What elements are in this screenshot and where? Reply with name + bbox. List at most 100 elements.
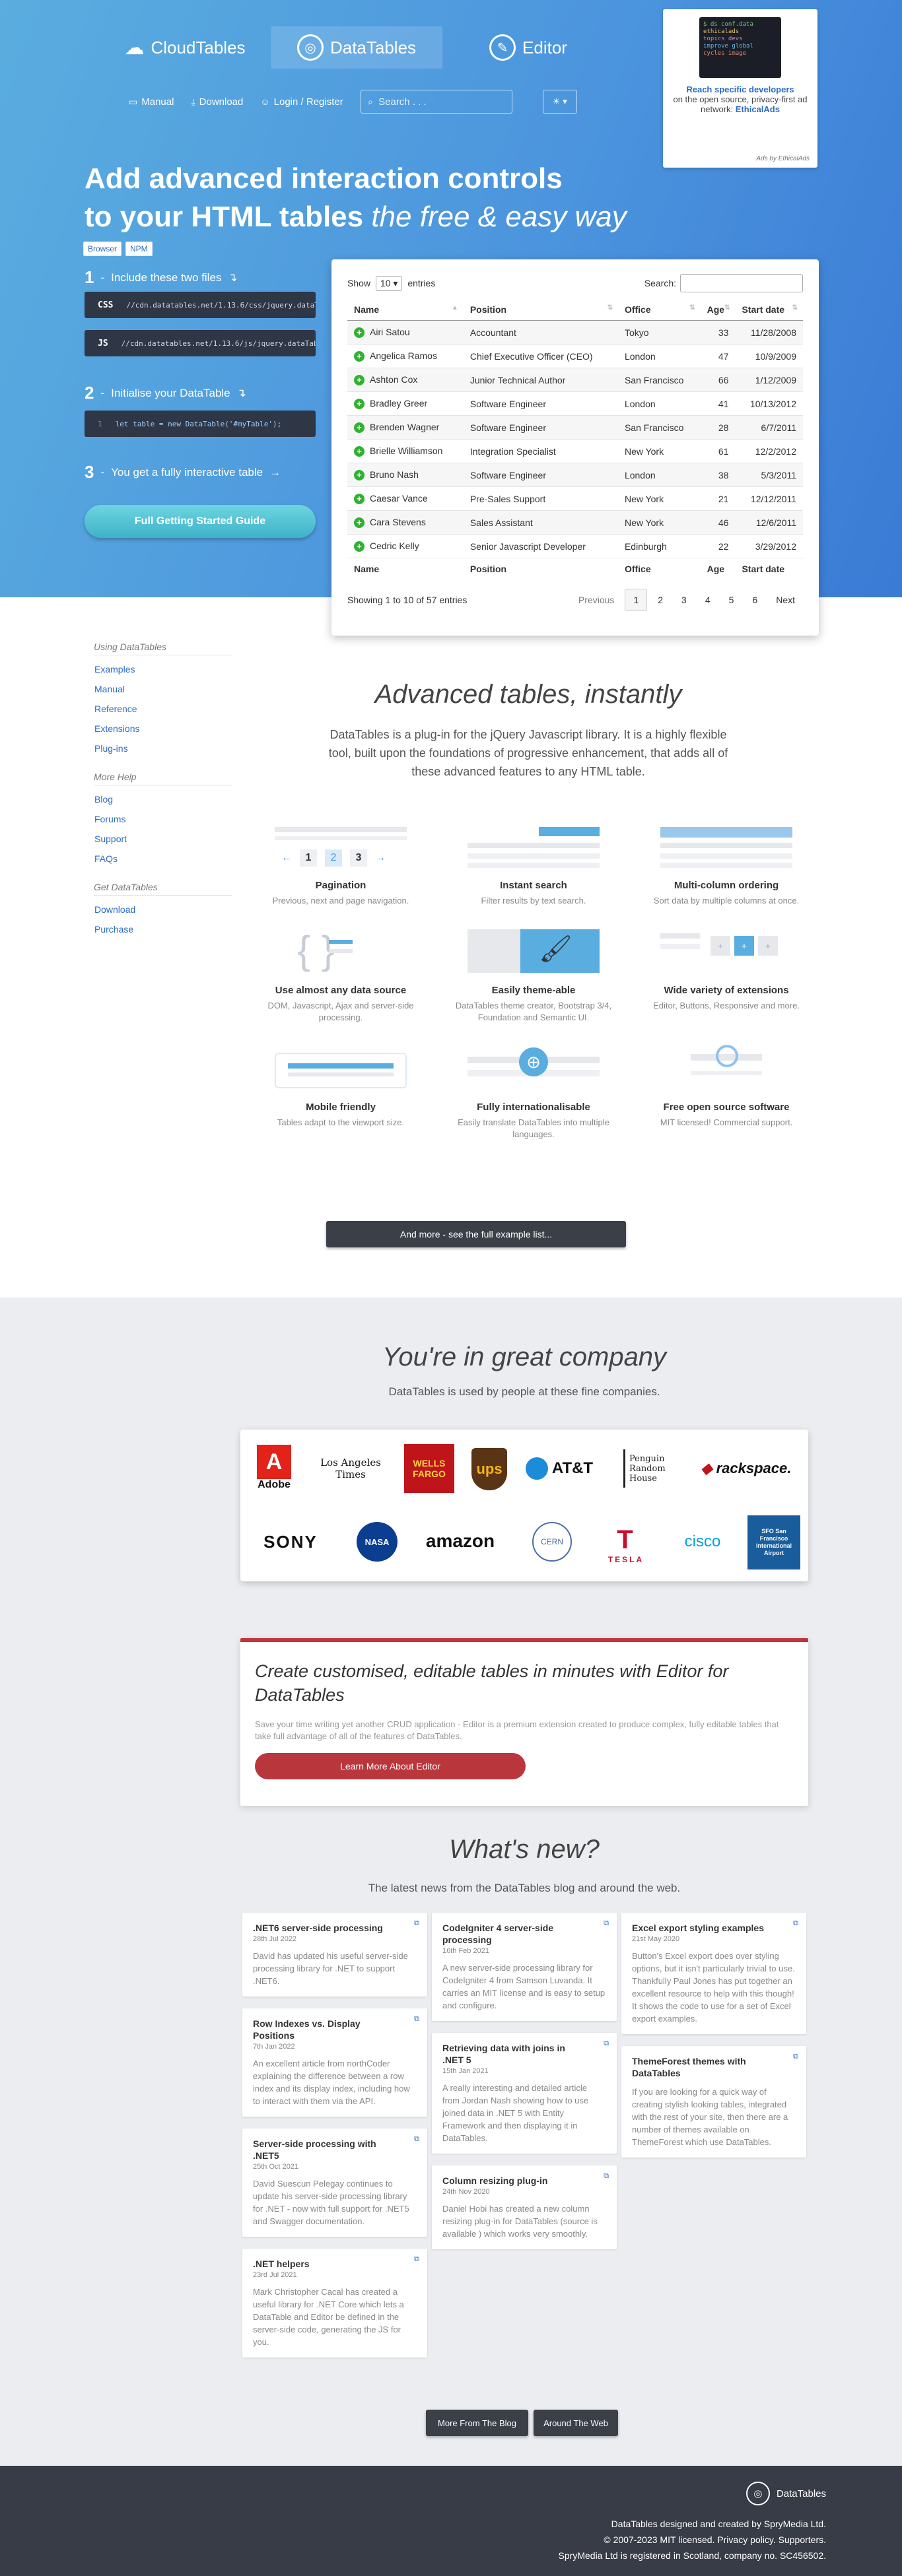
col-name[interactable]: Name ▲ [347, 299, 464, 321]
table-search-input[interactable] [680, 274, 803, 292]
table-row[interactable]: + Bradley Greer Software Engineer London 41 1… [347, 391, 803, 416]
news-item[interactable]: ⧉ Server-side processing with .NET5 25th O… [242, 2129, 427, 2237]
table-row[interactable]: + Cedric Kelly Senior Javascript Developer… [347, 534, 803, 558]
data-source-illustration: { } [268, 927, 413, 977]
expand-row-icon[interactable]: + [354, 422, 364, 433]
table-row[interactable]: + Ashton Cox Junior Technical Author San Fr… [347, 368, 803, 392]
expand-row-icon[interactable]: + [354, 541, 364, 552]
more-blog-button[interactable]: More From The Blog [426, 2410, 528, 2436]
previous-button[interactable]: Previous [571, 589, 622, 611]
around-web-button[interactable]: Around The Web [534, 2410, 618, 2436]
tab-npm[interactable]: NPM [125, 242, 153, 256]
sidebar-item-manual[interactable]: Manual [94, 679, 232, 699]
nav-manual[interactable]: ▭ Manual [129, 96, 174, 108]
cell-name: + Cara Stevens [347, 510, 464, 535]
init-code-line: let table = new DataTable('#myTable'); [115, 419, 282, 428]
news-item[interactable]: ⧉ Column resizing plug-in 24th Nov 2020 Dan… [432, 2165, 617, 2249]
nav-editor[interactable]: ✎ Editor [442, 26, 614, 69]
sidebar-item-purchase[interactable]: Purchase [94, 919, 232, 939]
news-item-title[interactable]: ThemeForest themes with DataTables [632, 2055, 777, 2079]
news-item-title[interactable]: Column resizing plug-in [442, 2175, 588, 2187]
ad-title[interactable]: Reach specific developers [671, 84, 810, 94]
sidebar-item-download[interactable]: Download [94, 900, 232, 919]
header-row: Name ▲ Position ⇅ Office ⇅ Age ⇅ Start date ⇅ [347, 299, 803, 321]
sidebar-item-support[interactable]: Support [94, 829, 232, 849]
col-position[interactable]: Position ⇅ [463, 299, 618, 321]
sidebar-item-faqs[interactable]: FAQs [94, 849, 232, 869]
news-item-title[interactable]: Row Indexes vs. Display Positions [253, 2018, 398, 2041]
expand-row-icon[interactable]: + [354, 517, 364, 528]
sidebar-item-forums[interactable]: Forums [94, 809, 232, 829]
table-row[interactable]: + Cara Stevens Sales Assistant New York 46 12… [347, 510, 803, 535]
page-1-button[interactable]: 1 [625, 589, 648, 611]
nav-cloudtables[interactable]: ☁ CloudTables [99, 26, 271, 69]
sidebar-item-plugins[interactable]: Plug-ins [94, 739, 232, 758]
news-item[interactable]: ⧉ CodeIgniter 4 server-side processing 16t… [432, 1913, 617, 2021]
footer-credit[interactable]: DataTables designed and created by SpryM… [0, 2516, 826, 2532]
theme-toggle-button[interactable]: ☀ ▾ [542, 90, 577, 114]
penguin-logo: Penguin Random House [623, 1449, 679, 1488]
sidebar-item-extensions[interactable]: Extensions [94, 719, 232, 739]
page-6-button[interactable]: 6 [744, 589, 765, 611]
nav-download[interactable]: ⤓ Download [191, 96, 243, 108]
table-row[interactable]: + Airi Satou Accountant Tokyo 33 11/28/2008 [347, 320, 803, 345]
full-example-list-button[interactable]: And more - see the full example list... [326, 1221, 626, 1247]
cell-name: + Bruno Nash [347, 463, 464, 487]
ad-link[interactable]: EthicalAds [736, 104, 780, 114]
page-5-button[interactable]: 5 [721, 589, 742, 611]
news-item[interactable]: ⧉ .NET helpers 23rd Jul 2021 Mark Christoph… [242, 2249, 427, 2358]
cell-name: + Angelica Ramos [347, 344, 464, 368]
js-include-code[interactable]: JS //cdn.datatables.net/1.13.6/js/jquery… [85, 330, 316, 356]
col-office[interactable]: Office ⇅ [617, 299, 701, 321]
page-3-button[interactable]: 3 [674, 589, 695, 611]
sidebar-item-blog[interactable]: Blog [94, 789, 232, 809]
table-row[interactable]: + Brielle Williamson Integration Specialis… [347, 439, 803, 463]
expand-row-icon[interactable]: + [354, 327, 364, 338]
getting-started-button[interactable]: Full Getting Started Guide [85, 505, 316, 538]
table-row[interactable]: + Caesar Vance Pre-Sales Support New York 21… [347, 486, 803, 511]
news-item-title[interactable]: Excel export styling examples [632, 1922, 777, 1934]
news-item-title[interactable]: .NET helpers [253, 2258, 398, 2270]
ethical-ad[interactable]: $ ds conf.data ethicalads topics devs im… [663, 9, 817, 168]
nav-login[interactable]: ☺ Login / Register [260, 96, 343, 108]
next-button[interactable]: Next [768, 589, 803, 611]
news-item-title[interactable]: CodeIgniter 4 server-side processing [442, 1922, 588, 1946]
search-input[interactable]: ⌕ Search . . . [360, 90, 512, 114]
expand-row-icon[interactable]: + [354, 494, 364, 504]
news-item[interactable]: ⧉ Row Indexes vs. Display Positions 7th Ja… [242, 2008, 427, 2117]
table-row[interactable]: + Brenden Wagner Software Engineer San Fran… [347, 415, 803, 440]
footer-brand[interactable]: ◎ DataTables [0, 2482, 826, 2505]
cell-name: + Ashton Cox [347, 368, 464, 392]
company-subtitle: DataTables is used by people at these fi… [388, 1385, 660, 1398]
page-4-button[interactable]: 4 [697, 589, 718, 611]
ad-footer[interactable]: Ads by EthicalAds [756, 155, 810, 162]
news-item[interactable]: ⧉ .NET6 server-side processing 28th Jul 20… [242, 1913, 427, 1997]
css-include-code[interactable]: CSS //cdn.datatables.net/1.13.6/css/jque… [85, 292, 316, 318]
table-row[interactable]: + Angelica Ramos Chief Executive Officer (… [347, 344, 803, 368]
news-item-title[interactable]: Retrieving data with joins in .NET 5 [442, 2042, 588, 2066]
entries-select[interactable]: 10 ▾ [375, 275, 403, 291]
expand-row-icon[interactable]: + [354, 399, 364, 409]
news-item[interactable]: ⧉ Excel export styling examples 21st May 2… [621, 1913, 806, 2034]
att-logo: AT&T [523, 1455, 596, 1482]
col-start-date[interactable]: Start date ⇅ [735, 299, 803, 321]
cell-office: London [617, 391, 701, 416]
expand-row-icon[interactable]: + [354, 446, 364, 457]
sidebar-item-reference[interactable]: Reference [94, 699, 232, 719]
learn-editor-button[interactable]: Learn More About Editor [255, 1753, 526, 1779]
expand-row-icon[interactable]: + [354, 375, 364, 385]
news-item[interactable]: ⧉ ThemeForest themes with DataTables If yo… [621, 2046, 806, 2158]
tab-browser[interactable]: Browser [83, 242, 122, 256]
news-item-title[interactable]: .NET6 server-side processing [253, 1922, 398, 1934]
init-code[interactable]: 1 let table = new DataTable('#myTable'); [85, 411, 316, 437]
sidebar-item-examples[interactable]: Examples [94, 659, 232, 679]
news-item[interactable]: ⧉ Retrieving data with joins in .NET 5 15t… [432, 2033, 617, 2154]
expand-row-icon[interactable]: + [354, 470, 364, 480]
nav-datatables[interactable]: ◎ DataTables [271, 26, 442, 69]
table-row[interactable]: + Bruno Nash Software Engineer London 38 5/3/… [347, 463, 803, 487]
page-2-button[interactable]: 2 [650, 589, 671, 611]
col-age[interactable]: Age ⇅ [700, 299, 736, 321]
expand-row-icon[interactable]: + [354, 351, 364, 362]
footer-license[interactable]: © 2007-2023 MIT licensed. Privacy policy… [0, 2532, 826, 2548]
news-item-title[interactable]: Server-side processing with .NET5 [253, 2138, 398, 2162]
